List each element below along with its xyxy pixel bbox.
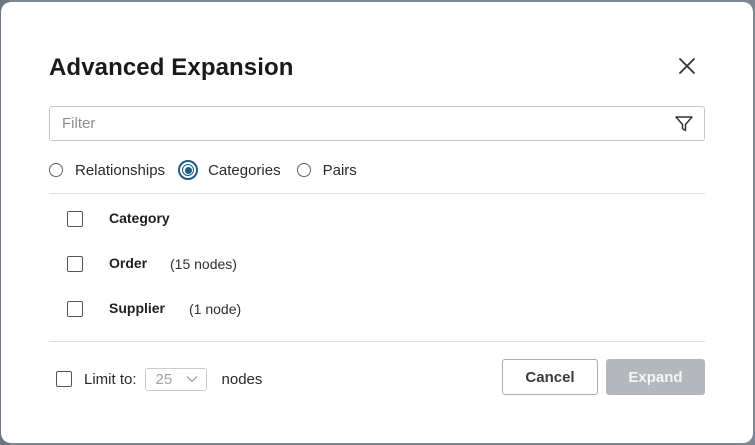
- filter-funnel-icon[interactable]: [674, 115, 694, 133]
- category-name: Category: [109, 210, 170, 226]
- radio-unselected-icon: [296, 163, 311, 177]
- radio-label-categories: Categories: [208, 161, 281, 179]
- filter-field: [49, 106, 705, 141]
- limit-checkbox[interactable]: [56, 371, 72, 387]
- radio-categories[interactable]: Categories: [178, 160, 281, 180]
- limit-select-value: 25: [155, 370, 173, 388]
- close-button[interactable]: [673, 52, 701, 80]
- radio-label-pairs: Pairs: [322, 161, 357, 179]
- radio-unselected-icon: [49, 163, 63, 177]
- category-row[interactable]: Supplier (1 node): [67, 299, 241, 319]
- close-icon: [679, 58, 695, 74]
- expand-button[interactable]: Expand: [606, 359, 705, 395]
- divider-top: [49, 193, 705, 194]
- category-name: Order: [109, 255, 148, 271]
- advanced-expansion-dialog: Advanced Expansion Relationships Categor…: [1, 2, 753, 443]
- limit-control: Limit to: 25 nodes: [56, 367, 262, 391]
- filter-input[interactable]: [62, 107, 662, 140]
- radio-pairs[interactable]: Pairs: [296, 161, 357, 179]
- divider-bottom: [49, 341, 705, 342]
- cancel-button[interactable]: Cancel: [502, 359, 598, 395]
- category-name: Supplier: [109, 300, 166, 316]
- category-node-count: (15 nodes): [170, 256, 237, 272]
- category-row[interactable]: Category: [67, 209, 170, 229]
- category-row[interactable]: Order (15 nodes): [67, 254, 237, 274]
- nodes-label: nodes: [221, 370, 263, 388]
- dialog-title: Advanced Expansion: [49, 54, 294, 81]
- radio-selected-icon: [178, 160, 199, 180]
- category-node-count: (1 node): [189, 301, 242, 317]
- category-checkbox[interactable]: [67, 256, 83, 272]
- category-checkbox[interactable]: [67, 211, 83, 227]
- radio-label-relationships: Relationships: [75, 161, 166, 179]
- expansion-mode-group: Relationships Categories Pairs: [49, 159, 373, 181]
- limit-select[interactable]: 25: [144, 367, 207, 391]
- category-checkbox[interactable]: [67, 301, 83, 317]
- chevron-down-icon: [186, 375, 197, 382]
- radio-relationships[interactable]: Relationships: [49, 162, 165, 179]
- limit-label: Limit to:: [84, 370, 137, 388]
